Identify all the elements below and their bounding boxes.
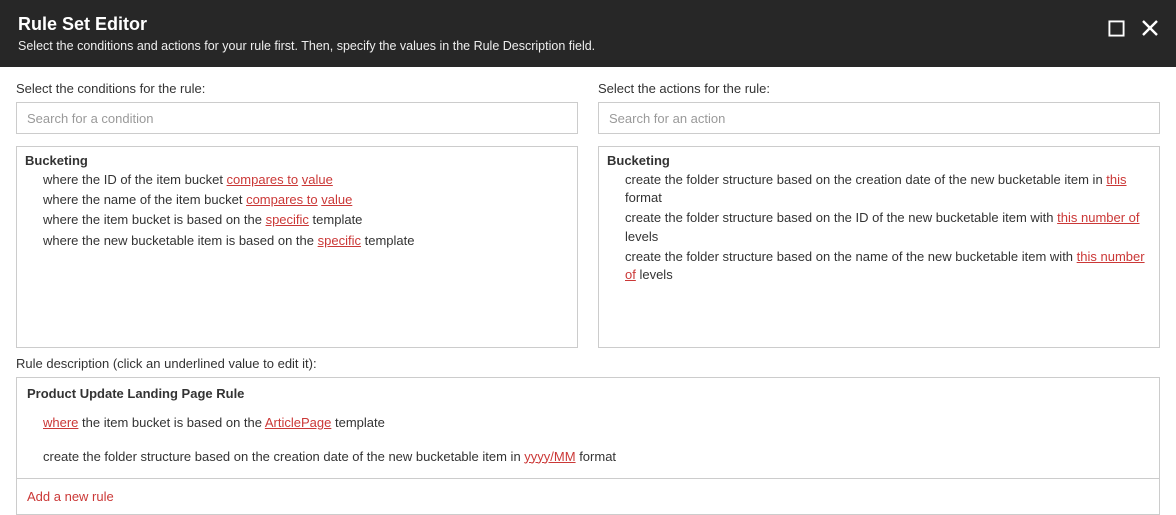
dialog-subtitle: Select the conditions and actions for yo… (18, 39, 1158, 53)
condition-item[interactable]: where the new bucketable item is based o… (25, 231, 569, 251)
conditions-label: Select the conditions for the rule: (16, 81, 578, 96)
rule-value-link[interactable]: compares to (227, 172, 299, 187)
action-item[interactable]: create the folder structure based on the… (607, 170, 1151, 208)
action-item[interactable]: create the folder structure based on the… (607, 247, 1151, 285)
rule-value-link[interactable]: where (43, 415, 78, 430)
action-item[interactable]: create the folder structure based on the… (607, 208, 1151, 246)
conditions-listbox[interactable]: Bucketing where the ID of the item bucke… (16, 146, 578, 348)
conditions-group-title: Bucketing (25, 153, 569, 168)
actions-label: Select the actions for the rule: (598, 81, 1160, 96)
rule-value-link[interactable]: this number of (1057, 210, 1139, 225)
dialog-title: Rule Set Editor (18, 14, 1158, 35)
rule-description-line[interactable]: where the item bucket is based on the Ar… (27, 413, 1149, 433)
add-rule-link[interactable]: Add a new rule (17, 479, 1159, 514)
actions-search-input[interactable] (598, 102, 1160, 134)
close-icon[interactable] (1140, 18, 1160, 38)
condition-item[interactable]: where the ID of the item bucket compares… (25, 170, 569, 190)
actions-group-title: Bucketing (607, 153, 1151, 168)
condition-item[interactable]: where the name of the item bucket compar… (25, 190, 569, 210)
rule-description-line[interactable]: create the folder structure based on the… (27, 447, 1149, 467)
rule-name[interactable]: Product Update Landing Page Rule (27, 386, 1149, 401)
conditions-column: Select the conditions for the rule: Buck… (16, 81, 578, 348)
rule-value-link[interactable]: this number of (625, 249, 1145, 282)
actions-listbox[interactable]: Bucketing create the folder structure ba… (598, 146, 1160, 348)
dialog-header: Rule Set Editor Select the conditions an… (0, 0, 1176, 67)
rule-value-link[interactable]: this (1106, 172, 1126, 187)
description-section: Rule description (click an underlined va… (0, 348, 1176, 515)
header-actions (1106, 18, 1160, 38)
actions-column: Select the actions for the rule: Bucketi… (598, 81, 1160, 348)
condition-item[interactable]: where the item bucket is based on the sp… (25, 210, 569, 230)
description-label: Rule description (click an underlined va… (16, 356, 1160, 371)
main-columns: Select the conditions for the rule: Buck… (0, 67, 1176, 348)
rule-value-link[interactable]: specific (318, 233, 361, 248)
rule-value-link[interactable]: ArticlePage (265, 415, 331, 430)
rule-value-link[interactable]: value (321, 192, 352, 207)
maximize-icon[interactable] (1106, 18, 1126, 38)
rule-value-link[interactable]: compares to (246, 192, 318, 207)
conditions-search-input[interactable] (16, 102, 578, 134)
rule-value-link[interactable]: specific (266, 212, 309, 227)
description-box: Product Update Landing Page Rule where t… (16, 377, 1160, 515)
rule-block: Product Update Landing Page Rule where t… (17, 378, 1159, 479)
rule-value-link[interactable]: value (302, 172, 333, 187)
rule-value-link[interactable]: yyyy/MM (524, 449, 575, 464)
